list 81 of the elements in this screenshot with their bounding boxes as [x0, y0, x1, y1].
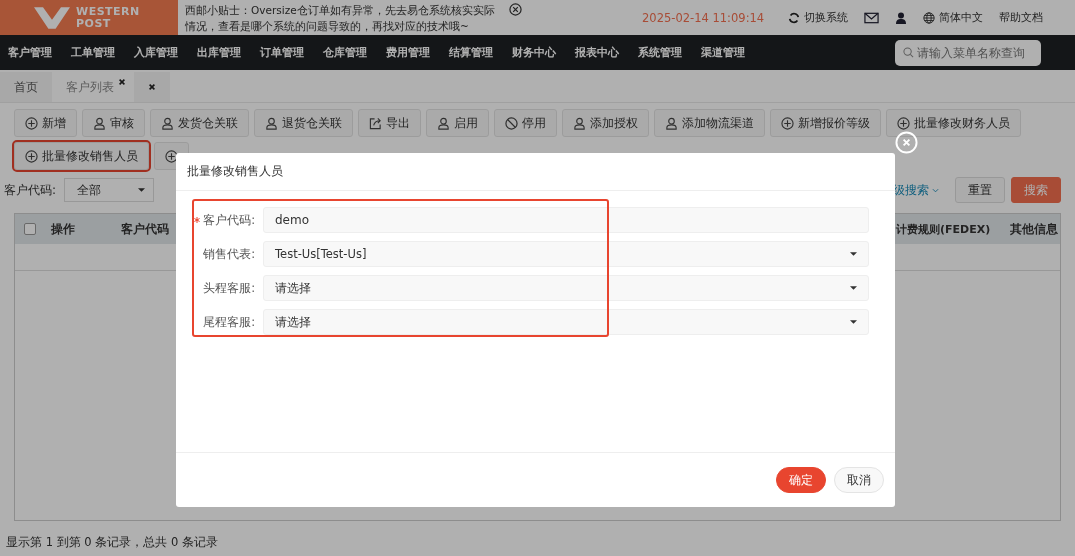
column-header: 客户代码	[120, 221, 170, 237]
help-docs-link[interactable]: 帮助文档	[999, 10, 1044, 25]
input-field[interactable]: demo	[263, 207, 869, 233]
nav-menu-item[interactable]: 订单管理	[260, 45, 304, 60]
filter-label: 客户代码:	[4, 181, 57, 199]
toolbar-button[interactable]: 审核	[82, 109, 145, 137]
nav-menu-item[interactable]: 结算管理	[449, 45, 493, 60]
plus-circle-icon	[781, 116, 794, 130]
record-count-text: 显示第 1 到第 0 条记录，总共 0 条记录	[6, 535, 219, 550]
globe-icon	[923, 11, 936, 24]
select-field[interactable]: Test-Us[Test-Us]	[263, 241, 869, 267]
nav-menu-item[interactable]: 出库管理	[197, 45, 241, 60]
logo-text: WESTERN	[76, 5, 140, 18]
dialog-title: 批量修改销售人员	[176, 153, 895, 191]
nav-menu-item[interactable]: 仓库管理	[323, 45, 367, 60]
caret-icon	[850, 286, 857, 290]
mail-icon[interactable]	[864, 11, 880, 24]
nav-menu-item[interactable]: 费用管理	[386, 45, 430, 60]
close-icon[interactable]	[148, 83, 156, 91]
language-button[interactable]: 简体中文	[923, 10, 984, 25]
search-icon	[903, 47, 914, 58]
nav-menu-item[interactable]: 客户管理	[8, 45, 52, 60]
reset-button[interactable]: 重置	[955, 177, 1005, 203]
required-asterisk-icon	[194, 217, 201, 223]
toolbar-button[interactable]: 发货仓关联	[150, 109, 249, 137]
nav-menu-item[interactable]: 系统管理	[638, 45, 682, 60]
caret-icon	[850, 252, 857, 256]
confirm-button[interactable]: 确定	[776, 467, 826, 493]
nav-menu-item[interactable]: 财务中心	[512, 45, 556, 60]
nav-menu-item[interactable]: 渠道管理	[701, 45, 745, 60]
nav-menu-item[interactable]: 入库管理	[134, 45, 178, 60]
nav-menu-item[interactable]: 工单管理	[71, 45, 115, 60]
close-all-tab[interactable]	[134, 72, 170, 102]
menu-search-field[interactable]: 请输入菜单名称查询	[895, 39, 1041, 66]
toolbar-button[interactable]: 添加授权	[562, 109, 649, 137]
close-icon[interactable]	[509, 3, 522, 16]
toolbar-button[interactable]: 导出	[358, 109, 421, 137]
toolbar-button[interactable]: 批量修改财务人员	[886, 109, 1021, 137]
switch-system-button[interactable]: 切换系统	[788, 10, 849, 25]
field-label: 头程客服:	[203, 280, 255, 296]
caret-icon	[850, 320, 857, 324]
user-icon	[665, 116, 678, 130]
logo-text: POST	[76, 17, 112, 30]
select-field[interactable]: 请选择	[263, 275, 869, 301]
field-label: 销售代表:	[203, 246, 255, 262]
plus-circle-icon	[25, 149, 38, 163]
cancel-button[interactable]: 取消	[834, 467, 884, 493]
close-icon[interactable]	[118, 78, 126, 86]
toolbar-button[interactable]: 新增	[14, 109, 77, 137]
user-icon	[573, 116, 586, 130]
notice-text: 西邮小贴士：Oversize仓订单如有异常，先去易仓系统核实实际情况，查看是哪个系统的问题导致的，再找对应的技术哦~	[185, 2, 496, 34]
column-header: 操作	[50, 221, 76, 237]
toolbar-button[interactable]: 批量修改销售人员	[14, 142, 149, 170]
column-header: 计费规则(FEDEX)	[896, 221, 992, 237]
customer-code-select[interactable]: 全部	[64, 178, 155, 202]
export-icon	[369, 116, 382, 130]
toolbar-button[interactable]: 添加物流渠道	[654, 109, 765, 137]
toolbar-button[interactable]: 新增报价等级	[770, 109, 881, 137]
ban-icon	[505, 116, 518, 130]
refresh-icon	[788, 11, 801, 24]
nav-menu-item[interactable]: 报表中心	[575, 45, 619, 60]
toolbar-button[interactable]: 停用	[494, 109, 557, 137]
select-all-checkbox[interactable]	[24, 223, 36, 235]
user-icon	[161, 116, 174, 130]
user-icon	[437, 116, 450, 130]
user-icon	[93, 116, 106, 130]
user-icon	[265, 116, 278, 130]
toolbar-button[interactable]: 退货仓关联	[254, 109, 353, 137]
field-label: 客户代码:	[203, 212, 255, 228]
user-icon[interactable]	[895, 11, 908, 24]
datetime-text: 2025-02-14 11:09:14	[642, 10, 765, 25]
plus-circle-icon	[897, 116, 910, 130]
page-tab[interactable]: 首页	[0, 72, 52, 102]
select-field[interactable]: 请选择	[263, 309, 869, 335]
column-header: 其他信息	[1009, 221, 1059, 237]
caret-icon	[138, 188, 146, 192]
plus-circle-icon	[25, 116, 38, 130]
toolbar-button[interactable]: 启用	[426, 109, 489, 137]
field-label: 尾程客服:	[203, 314, 255, 330]
chevron-down-icon	[932, 187, 939, 193]
logo-icon	[34, 6, 70, 29]
